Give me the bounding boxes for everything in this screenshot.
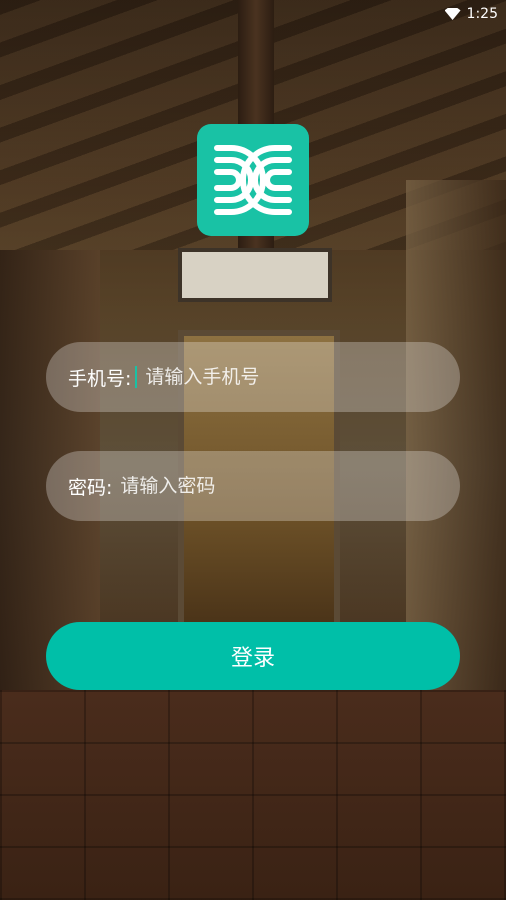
phone-input[interactable] [143, 365, 408, 389]
phone-field[interactable]: 手机号: [46, 342, 460, 412]
status-bar: 1:25 [444, 0, 506, 28]
hanging-sign [178, 248, 332, 302]
tiled-floor [0, 690, 506, 900]
app-logo-icon [214, 145, 292, 215]
password-input[interactable] [118, 474, 383, 498]
wifi-icon [444, 8, 461, 20]
phone-label: 手机号: [68, 367, 132, 390]
text-caret [135, 366, 138, 388]
status-time: 1:25 [466, 6, 498, 22]
password-field[interactable]: 密码: [46, 451, 460, 521]
password-label: 密码: [68, 476, 113, 499]
app-logo [197, 124, 309, 236]
login-button[interactable]: 登录 [46, 622, 460, 690]
